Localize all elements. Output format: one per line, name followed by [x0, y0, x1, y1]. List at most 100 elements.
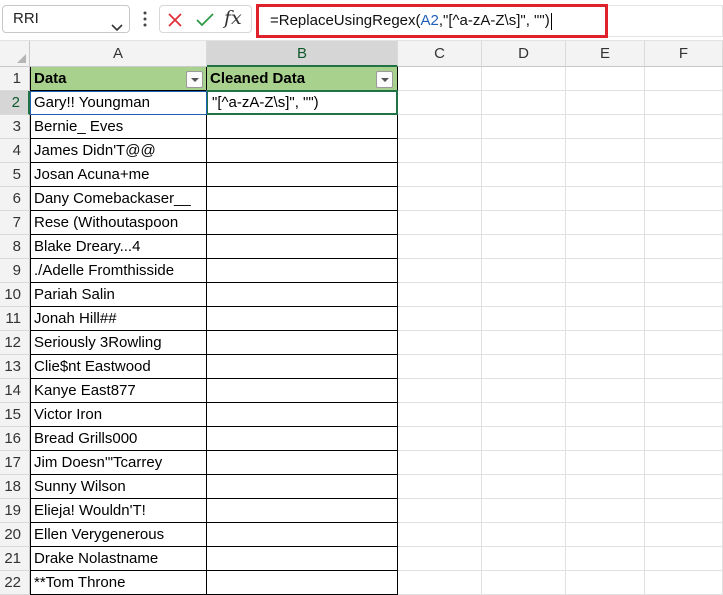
- row-header-10[interactable]: 10: [0, 283, 30, 307]
- formula-bar-extension[interactable]: [608, 5, 723, 37]
- row-header-16[interactable]: 16: [0, 427, 30, 451]
- row-header-7[interactable]: 7: [0, 211, 30, 235]
- cell-d12[interactable]: [482, 331, 566, 355]
- cell-b2[interactable]: "[^a-zA-Z\s]", ""): [207, 91, 398, 115]
- cell-a12[interactable]: Seriously 3Rowling: [30, 331, 207, 355]
- cell-c11[interactable]: [398, 307, 482, 331]
- cell-b11[interactable]: [207, 307, 398, 331]
- cell-d13[interactable]: [482, 355, 566, 379]
- cell-e19[interactable]: [566, 499, 645, 523]
- cell-b21[interactable]: [207, 547, 398, 571]
- cell-b17[interactable]: [207, 451, 398, 475]
- cell-c5[interactable]: [398, 163, 482, 187]
- cell-e15[interactable]: [566, 403, 645, 427]
- cell-d15[interactable]: [482, 403, 566, 427]
- cell-a1[interactable]: Data: [30, 67, 207, 91]
- cell-e7[interactable]: [566, 211, 645, 235]
- cell-c17[interactable]: [398, 451, 482, 475]
- more-options-icon[interactable]: [143, 11, 147, 32]
- cell-c1[interactable]: [398, 67, 482, 91]
- cell-f3[interactable]: [645, 115, 723, 139]
- cell-b10[interactable]: [207, 283, 398, 307]
- cell-e8[interactable]: [566, 235, 645, 259]
- cell-b18[interactable]: [207, 475, 398, 499]
- select-all-icon[interactable]: [0, 41, 30, 67]
- row-header-6[interactable]: 6: [0, 187, 30, 211]
- cell-f1[interactable]: [645, 67, 723, 91]
- name-box[interactable]: RRI: [2, 5, 130, 33]
- cell-e6[interactable]: [566, 187, 645, 211]
- cell-f4[interactable]: [645, 139, 723, 163]
- cell-d1[interactable]: [482, 67, 566, 91]
- cell-e3[interactable]: [566, 115, 645, 139]
- cancel-icon[interactable]: [167, 12, 183, 33]
- cell-a11[interactable]: Jonah Hill##: [30, 307, 207, 331]
- cell-f10[interactable]: [645, 283, 723, 307]
- cell-e16[interactable]: [566, 427, 645, 451]
- insert-function-icon[interactable]: fx: [224, 7, 242, 29]
- cell-a22[interactable]: **Tom Throne: [30, 571, 207, 595]
- cell-d14[interactable]: [482, 379, 566, 403]
- cell-f2[interactable]: [645, 91, 723, 115]
- cell-c16[interactable]: [398, 427, 482, 451]
- cell-d8[interactable]: [482, 235, 566, 259]
- cell-b7[interactable]: [207, 211, 398, 235]
- cell-a14[interactable]: Kanye East877: [30, 379, 207, 403]
- cell-f13[interactable]: [645, 355, 723, 379]
- cell-f8[interactable]: [645, 235, 723, 259]
- cell-d20[interactable]: [482, 523, 566, 547]
- cell-c6[interactable]: [398, 187, 482, 211]
- cell-d11[interactable]: [482, 307, 566, 331]
- row-header-15[interactable]: 15: [0, 403, 30, 427]
- row-header-1[interactable]: 1: [0, 67, 30, 91]
- cell-a21[interactable]: Drake Nolastname: [30, 547, 207, 571]
- cell-f5[interactable]: [645, 163, 723, 187]
- cell-b22[interactable]: [207, 571, 398, 595]
- cell-d16[interactable]: [482, 427, 566, 451]
- filter-dropdown-icon[interactable]: [376, 71, 393, 88]
- cell-c4[interactable]: [398, 139, 482, 163]
- cell-d18[interactable]: [482, 475, 566, 499]
- cell-c18[interactable]: [398, 475, 482, 499]
- cell-f17[interactable]: [645, 451, 723, 475]
- cell-a4[interactable]: James Didn'T@@: [30, 139, 207, 163]
- cell-a6[interactable]: Dany Comebackaser__: [30, 187, 207, 211]
- row-header-2[interactable]: 2: [0, 91, 30, 115]
- cell-c10[interactable]: [398, 283, 482, 307]
- cell-d17[interactable]: [482, 451, 566, 475]
- row-header-21[interactable]: 21: [0, 547, 30, 571]
- cell-a15[interactable]: Victor Iron: [30, 403, 207, 427]
- column-header-a[interactable]: A: [30, 41, 207, 67]
- row-header-22[interactable]: 22: [0, 571, 30, 595]
- cell-d4[interactable]: [482, 139, 566, 163]
- cell-c19[interactable]: [398, 499, 482, 523]
- cell-e20[interactable]: [566, 523, 645, 547]
- cell-c3[interactable]: [398, 115, 482, 139]
- row-header-13[interactable]: 13: [0, 355, 30, 379]
- cell-c20[interactable]: [398, 523, 482, 547]
- cell-f20[interactable]: [645, 523, 723, 547]
- cell-c15[interactable]: [398, 403, 482, 427]
- cell-e17[interactable]: [566, 451, 645, 475]
- cell-e5[interactable]: [566, 163, 645, 187]
- enter-check-icon[interactable]: [196, 12, 214, 33]
- cell-a8[interactable]: Blake Dreary...4: [30, 235, 207, 259]
- cell-f19[interactable]: [645, 499, 723, 523]
- row-header-19[interactable]: 19: [0, 499, 30, 523]
- cell-e12[interactable]: [566, 331, 645, 355]
- cell-a18[interactable]: Sunny Wilson: [30, 475, 207, 499]
- cell-f6[interactable]: [645, 187, 723, 211]
- cell-e18[interactable]: [566, 475, 645, 499]
- cell-e4[interactable]: [566, 139, 645, 163]
- cell-b3[interactable]: [207, 115, 398, 139]
- cell-f7[interactable]: [645, 211, 723, 235]
- row-header-3[interactable]: 3: [0, 115, 30, 139]
- cell-a2[interactable]: Gary!! Youngman: [30, 91, 207, 115]
- filter-dropdown-icon[interactable]: [186, 71, 203, 88]
- cell-d3[interactable]: [482, 115, 566, 139]
- cell-d2[interactable]: [482, 91, 566, 115]
- cell-a10[interactable]: Pariah Salin: [30, 283, 207, 307]
- column-header-b[interactable]: B: [207, 41, 398, 67]
- cell-c13[interactable]: [398, 355, 482, 379]
- cell-b9[interactable]: [207, 259, 398, 283]
